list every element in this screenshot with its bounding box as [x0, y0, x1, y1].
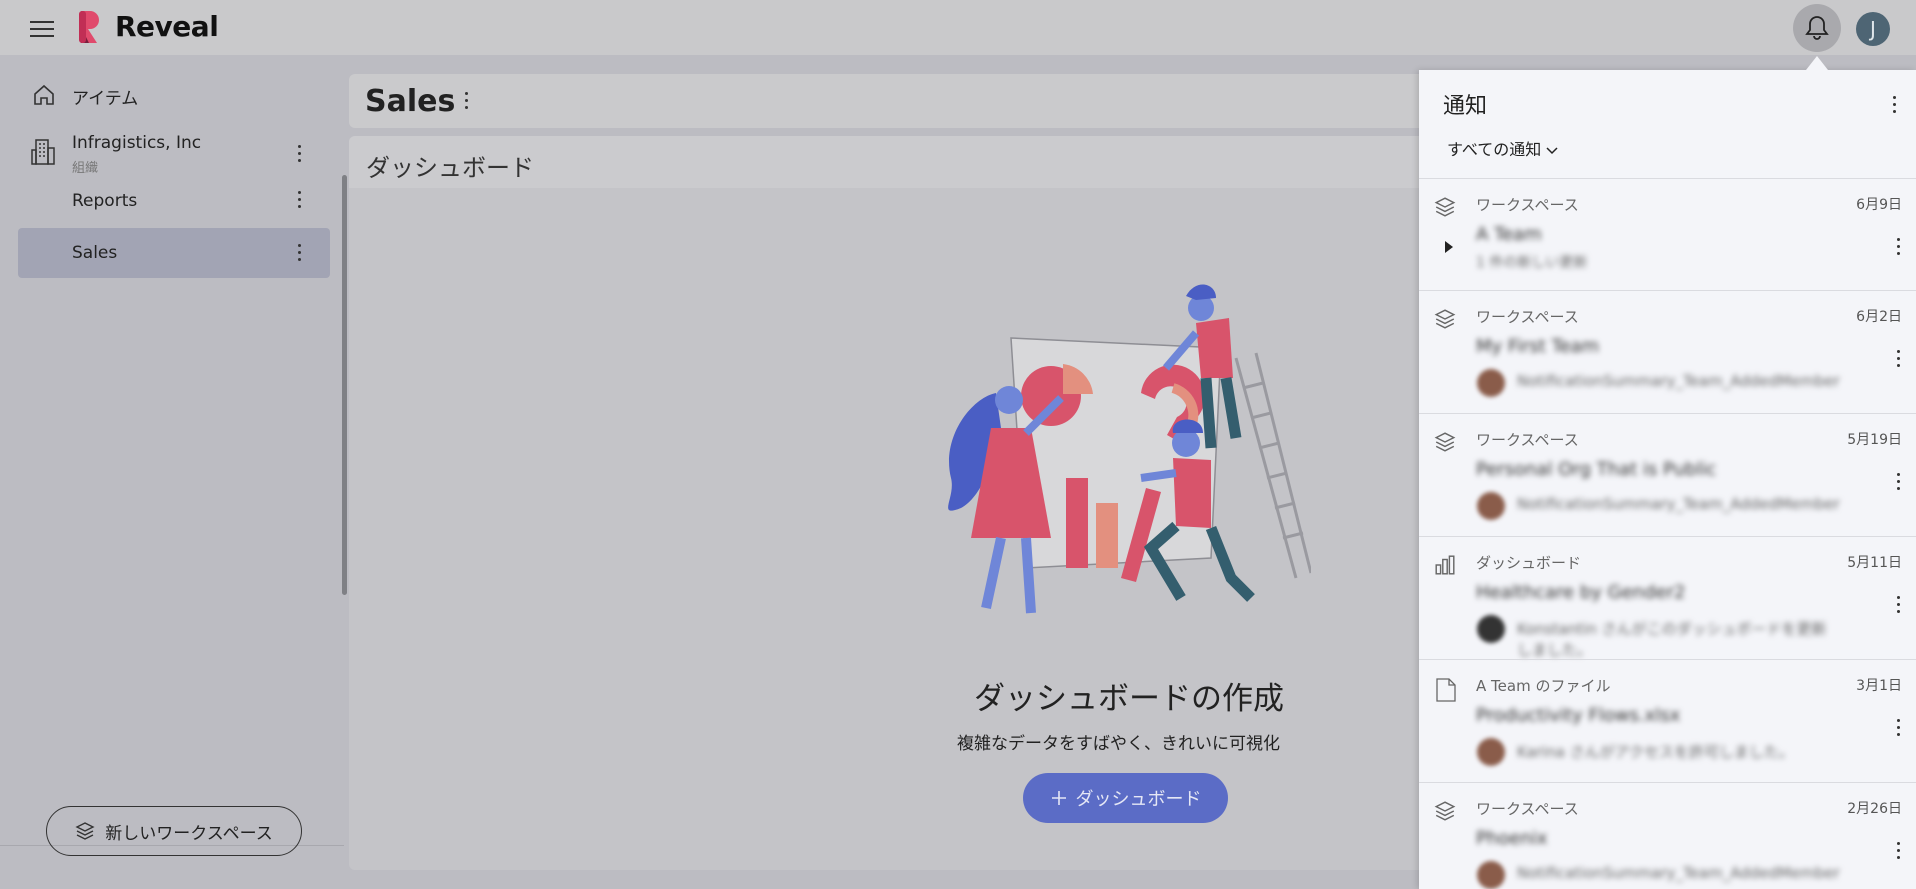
dashboard-panel: ダッシュボード ダッシュボードの作成 複雑なデータをすばやく、きれいに可視化 ダ… [349, 136, 1429, 870]
brand-name: Reveal [115, 10, 219, 43]
notification-date: 5月19日 [1847, 432, 1902, 448]
notifications-list: ワークスペース 6月9日 A Team 1 件の新しい更新 ワークスペース 6月… [1419, 178, 1916, 889]
notification-title: Personal Org That is Public [1476, 459, 1717, 480]
more-options-icon[interactable] [1897, 842, 1901, 863]
avatar [1477, 492, 1505, 520]
notification-item[interactable]: ワークスペース 6月9日 A Team 1 件の新しい更新 [1419, 178, 1916, 290]
layers-icon [1434, 801, 1456, 821]
notification-title: Phoenix [1476, 828, 1548, 849]
page-title: Sales [365, 84, 456, 119]
more-options-icon[interactable] [1897, 473, 1901, 494]
notification-title: A Team [1476, 224, 1542, 245]
sidebar-item-reports[interactable]: Reports [18, 177, 330, 225]
notification-body: Konstantin さんがこのダッシュボードを更新 [1517, 620, 1827, 638]
avatar [1477, 369, 1505, 397]
avatar [1477, 861, 1505, 889]
user-avatar[interactable]: J [1856, 12, 1890, 46]
notification-item[interactable]: ワークスペース 6月2日 My First Team NotificationS… [1419, 290, 1916, 413]
layers-icon [1434, 309, 1456, 329]
sidebar-item-label: Sales [72, 243, 118, 263]
notification-category: ワークスペース [1476, 800, 1579, 818]
notification-category: ワークスペース [1476, 308, 1579, 326]
notification-category: ダッシュボード [1476, 554, 1582, 572]
more-options-icon[interactable] [465, 92, 469, 113]
new-workspace-button[interactable]: 新しいワークスペース [46, 806, 302, 856]
notification-item[interactable]: ワークスペース 2月26日 Phoenix NotificationSummar… [1419, 782, 1916, 889]
sidebar-item-label: アイテム [72, 88, 139, 109]
empty-state-subtitle: 複雑なデータをすばやく、きれいに可視化 [957, 734, 1280, 754]
notification-body: NotificationSummary_Team_AddedMember [1517, 372, 1840, 390]
notification-body: NotificationSummary_Team_AddedMember [1517, 864, 1840, 882]
reveal-logo-icon [79, 11, 99, 43]
notification-body: 1 件の新しい更新 [1476, 255, 1588, 271]
sidebar-item-items[interactable]: アイテム [18, 72, 330, 120]
sidebar-scrollbar[interactable] [342, 175, 347, 595]
sidebar-item-label: Reports [72, 191, 138, 211]
notification-date: 5月11日 [1847, 555, 1902, 571]
notification-title: Healthcare by Gender2 [1476, 582, 1686, 603]
expand-arrow-icon[interactable] [1445, 241, 1453, 253]
notifications-panel: 通知 すべての通知 ワークスペース 6月9日 A Team 1 件の新しい更新 [1419, 70, 1916, 889]
notification-body-continued: しました。 [1517, 641, 1593, 659]
create-dashboard-button[interactable]: ダッシュボード [1023, 773, 1228, 823]
notification-item[interactable]: ワークスペース 5月19日 Personal Org That is Publi… [1419, 413, 1916, 536]
menu-icon[interactable] [30, 16, 54, 38]
more-options-icon[interactable] [298, 191, 302, 212]
sidebar-item-organization[interactable]: Infragistics, Inc 組織 [18, 125, 330, 181]
notification-category: A Team のファイル [1476, 677, 1611, 695]
more-options-icon[interactable] [1897, 238, 1901, 259]
sidebar-item-label: Infragistics, Inc [72, 133, 202, 153]
more-options-icon[interactable] [1897, 350, 1901, 371]
section-title: ダッシュボード [366, 154, 534, 182]
notification-item[interactable]: ダッシュボード 5月11日 Healthcare by Gender2 Kons… [1419, 536, 1916, 659]
notification-item[interactable]: A Team のファイル 3月1日 Productivity Flows.xls… [1419, 659, 1916, 782]
notification-date: 2月26日 [1847, 801, 1902, 817]
create-dashboard-label: ダッシュボード [1075, 789, 1202, 810]
sidebar: アイテム Infragistics, Inc 組織 Reports Sales … [0, 55, 344, 889]
chevron-down-icon [1546, 147, 1558, 155]
notifications-button[interactable] [1793, 4, 1841, 52]
empty-state-illustration [948, 284, 1311, 614]
more-options-icon[interactable] [1893, 96, 1897, 117]
bell-icon [1805, 16, 1829, 40]
notification-date: 3月1日 [1856, 678, 1902, 694]
notification-caret [1806, 56, 1828, 70]
bar-chart-icon [1435, 555, 1455, 575]
notification-date: 6月9日 [1856, 197, 1902, 213]
sidebar-item-sales[interactable]: Sales [18, 228, 330, 278]
layers-icon [1434, 432, 1456, 452]
sidebar-item-sublabel: 組織 [72, 161, 99, 176]
home-icon [34, 84, 54, 105]
notification-body: NotificationSummary_Team_AddedMember [1517, 495, 1840, 513]
page-header: Sales [349, 74, 1429, 128]
section-header: ダッシュボード [349, 136, 1429, 188]
empty-state-title: ダッシュボードの作成 [974, 681, 1284, 717]
notification-date: 6月2日 [1856, 309, 1902, 325]
file-icon [1436, 678, 1456, 702]
avatar [1477, 615, 1505, 643]
notification-body: Karina さんがアクセスを許可しました。 [1517, 743, 1794, 761]
filter-label: すべての通知 [1447, 140, 1542, 159]
more-options-icon[interactable] [298, 244, 302, 265]
notifications-title: 通知 [1443, 94, 1488, 119]
notification-category: ワークスペース [1476, 431, 1579, 449]
plus-icon [1051, 791, 1066, 805]
notifications-filter-dropdown[interactable]: すべての通知 [1447, 136, 1558, 160]
layers-icon [75, 822, 95, 840]
more-options-icon[interactable] [1897, 719, 1901, 740]
more-options-icon[interactable] [1897, 596, 1901, 617]
new-workspace-label: 新しいワークスペース [105, 823, 273, 844]
building-icon [31, 139, 55, 165]
layers-icon [1434, 197, 1456, 217]
avatar [1477, 738, 1505, 766]
notification-title: Productivity Flows.xlsx [1476, 705, 1681, 726]
notification-category: ワークスペース [1476, 196, 1579, 214]
more-options-icon[interactable] [298, 145, 302, 166]
top-bar: Reveal J [0, 0, 1916, 55]
notification-title: My First Team [1476, 336, 1600, 357]
